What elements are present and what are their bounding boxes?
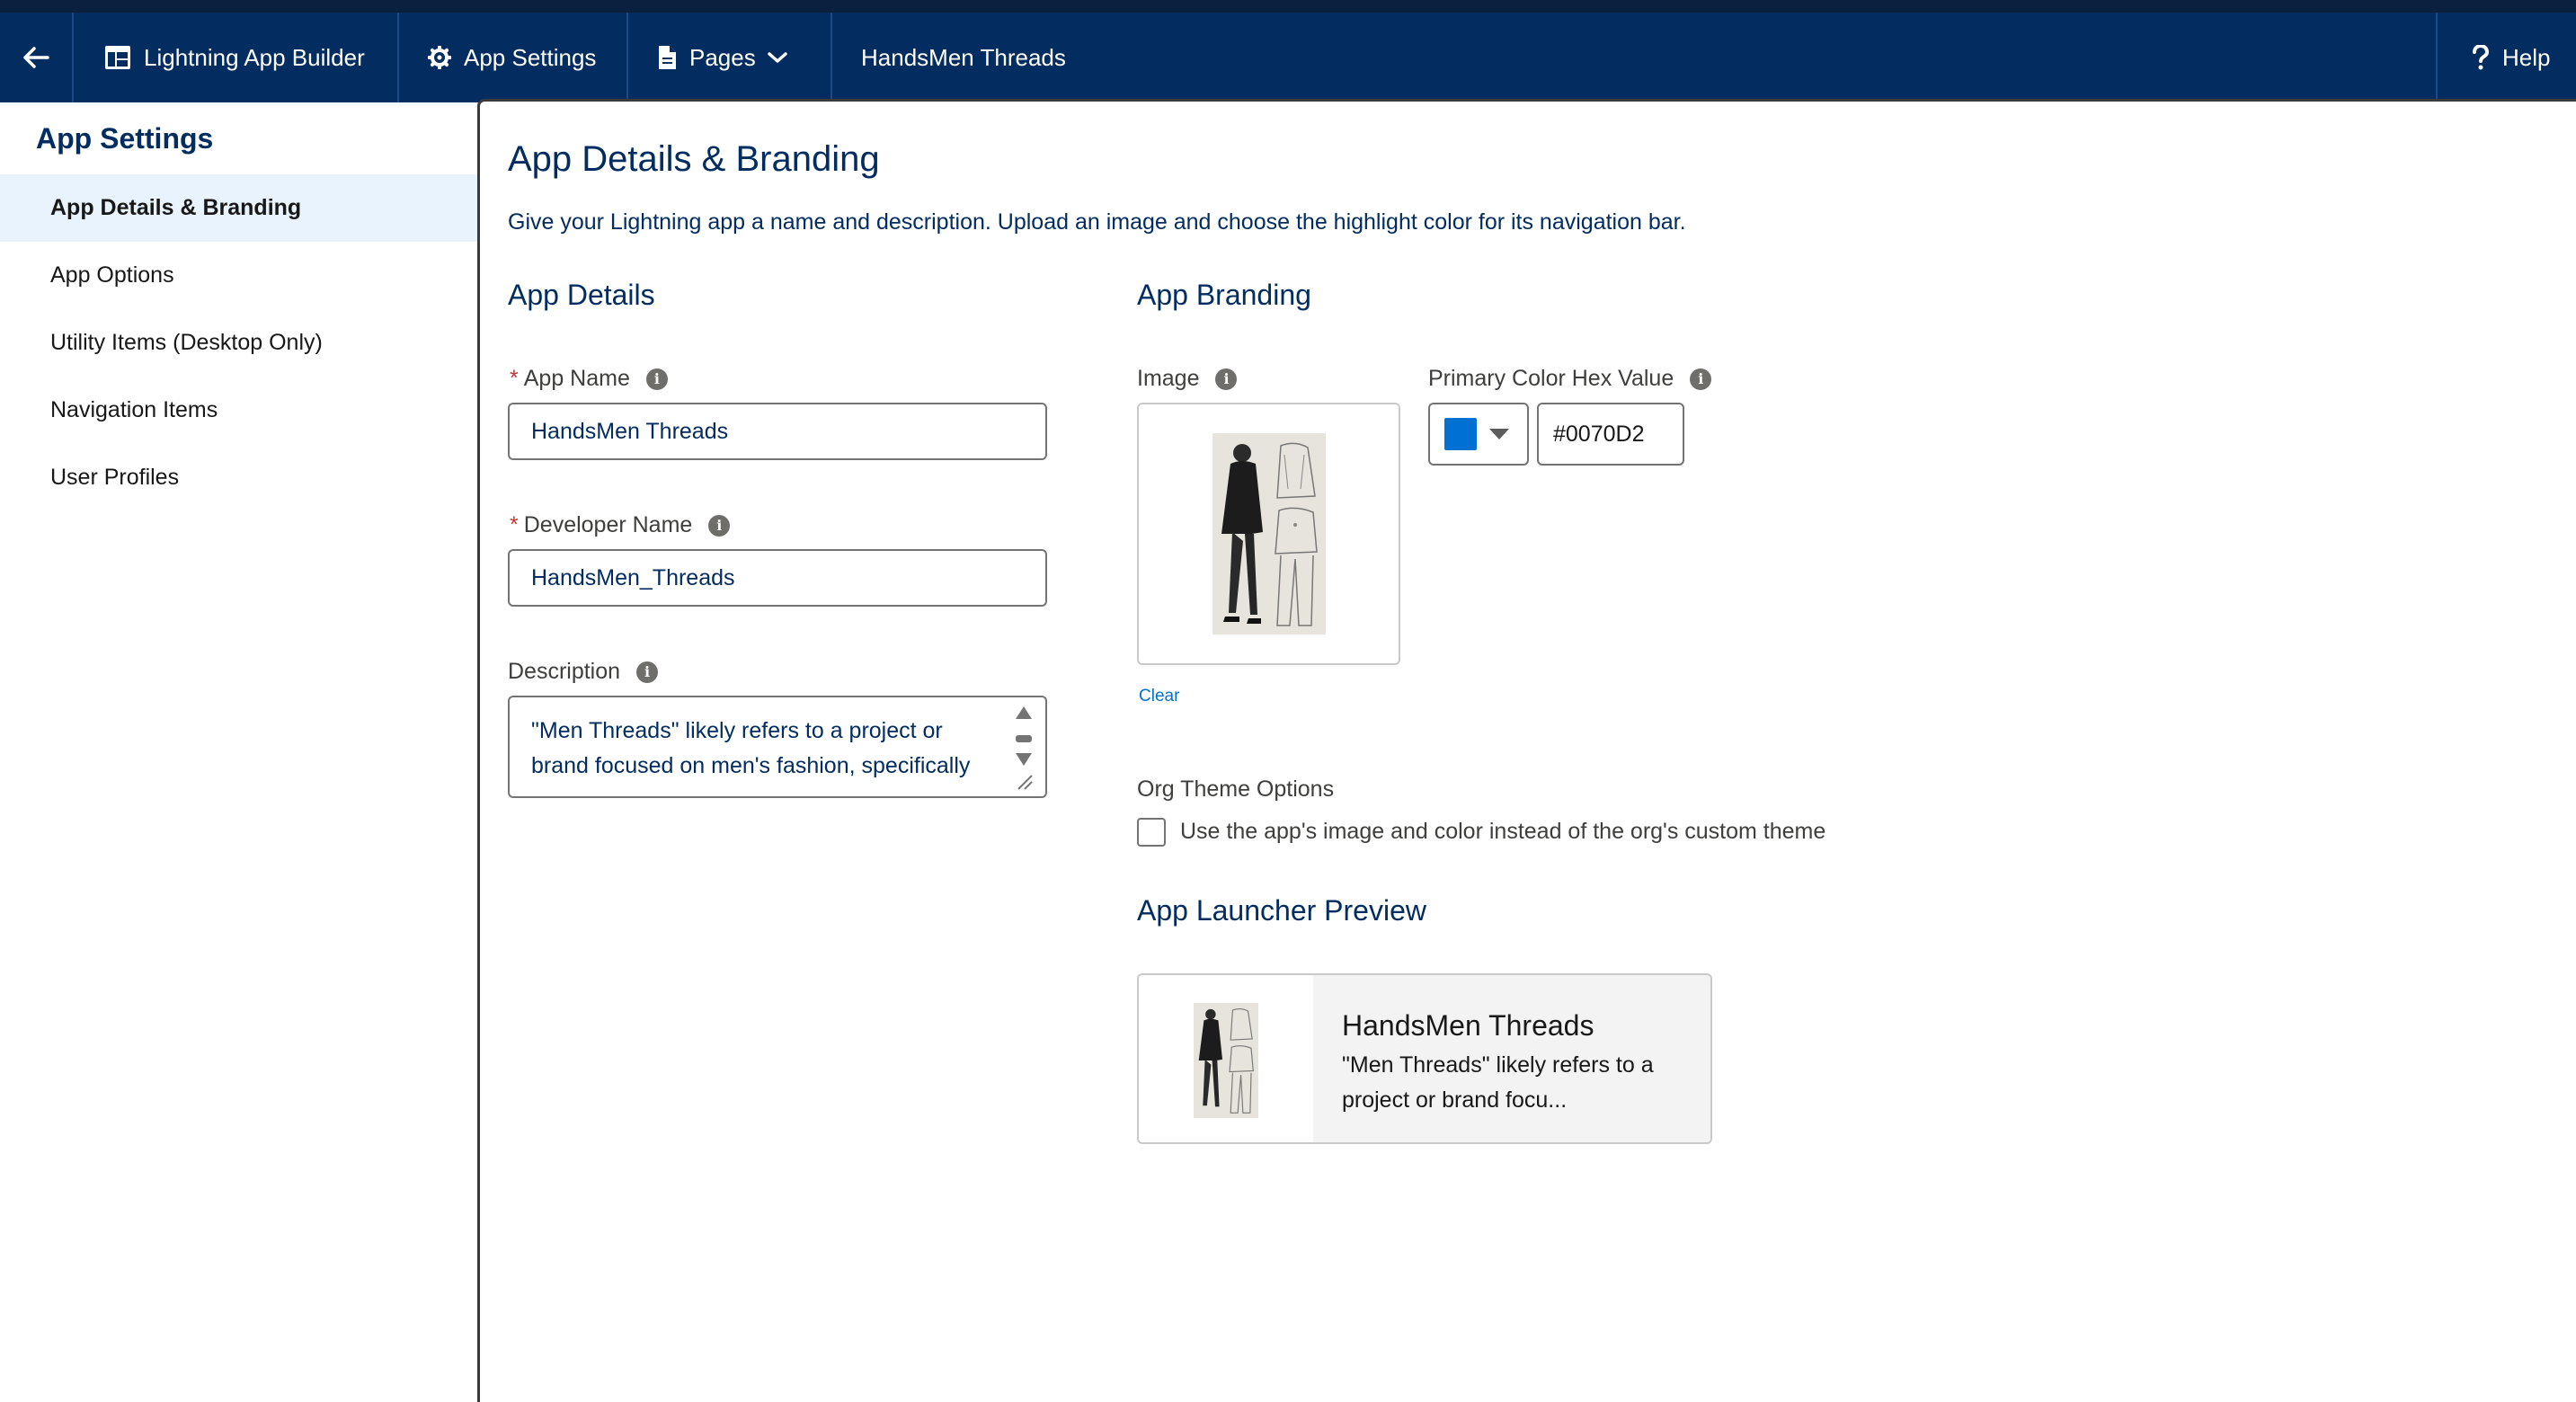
pages-label: Pages: [689, 43, 756, 71]
fashion-sketch-thumbnail: [1194, 1003, 1258, 1118]
app-launcher-preview-card: HandsMen Threads "Men Threads" likely re…: [1137, 973, 1712, 1144]
info-icon[interactable]: i: [708, 514, 731, 537]
org-theme-checkbox[interactable]: [1137, 818, 1166, 847]
sidebar-item-app-options[interactable]: App Options: [0, 242, 477, 309]
settings-sidebar: App Settings App Details & Branding App …: [0, 102, 477, 1387]
header-spacer: [1066, 13, 2436, 102]
app-launcher-preview-heading: App Launcher Preview: [1137, 894, 1426, 927]
builder-header: Lightning App Builder App Settings Pages: [0, 13, 2576, 102]
page-description: Give your Lightning app a name and descr…: [508, 209, 1686, 235]
app-settings-label: App Settings: [464, 43, 597, 71]
required-marker: *: [510, 512, 519, 537]
app-image-upload[interactable]: [1137, 403, 1400, 665]
hex-value-input[interactable]: #0070D2: [1537, 403, 1684, 466]
preview-app-name: HandsMen Threads: [1342, 1009, 1594, 1042]
description-label: Description: [508, 659, 621, 684]
pages-menu-button[interactable]: Pages: [628, 13, 832, 102]
clear-image-link[interactable]: Clear: [1139, 687, 1179, 706]
developer-name-label: Developer Name: [523, 512, 693, 537]
developer-name-input[interactable]: HandsMen_Threads: [508, 549, 1047, 607]
app-settings-button[interactable]: App Settings: [399, 13, 628, 102]
description-label-row: Description i: [508, 659, 659, 685]
app-details-heading: App Details: [508, 279, 655, 311]
sidebar-title: App Settings: [36, 122, 214, 155]
app-title: HandsMen Threads: [832, 13, 1066, 102]
app-details-panel: App Details & Branding Give your Lightni…: [477, 99, 2576, 1402]
developer-name-label-row: * Developer Name i: [510, 512, 731, 538]
arrow-left-icon: [23, 47, 49, 68]
sidebar-item-user-profiles[interactable]: User Profiles: [0, 444, 477, 511]
fashion-sketch-image: [1212, 433, 1326, 634]
info-icon[interactable]: i: [1215, 368, 1238, 390]
image-label-row: Image i: [1137, 366, 1238, 392]
chevron-down-icon: [767, 52, 787, 63]
image-label: Image: [1137, 366, 1200, 391]
window-top-strip: [0, 0, 2576, 13]
lightning-app-builder-label: Lightning App Builder: [144, 43, 365, 71]
sidebar-item-utility-items[interactable]: Utility Items (Desktop Only): [0, 309, 477, 377]
description-textarea[interactable]: "Men Threads" likely refers to a project…: [508, 696, 1047, 798]
color-picker-button[interactable]: [1428, 403, 1529, 466]
org-theme-checkbox-label[interactable]: Use the app's image and color instead of…: [1180, 819, 1825, 845]
app-name-label: App Name: [523, 366, 630, 391]
description-line-2: brand focused on men's fashion, specific…: [531, 753, 971, 778]
app-builder-icon: [105, 46, 130, 69]
app-branding-heading: App Branding: [1137, 279, 1311, 311]
sidebar-item-navigation-items[interactable]: Navigation Items: [0, 377, 477, 444]
textarea-scrollbar[interactable]: [1013, 703, 1035, 793]
color-swatch: [1444, 418, 1477, 450]
lightning-app-builder-button[interactable]: Lightning App Builder: [74, 13, 399, 102]
sidebar-item-app-details-branding[interactable]: App Details & Branding: [0, 174, 477, 242]
gear-icon: [428, 46, 451, 69]
preview-description-line-1: "Men Threads" likely refers to a: [1342, 1052, 1654, 1078]
info-icon[interactable]: i: [1690, 368, 1712, 390]
question-icon: [2473, 45, 2490, 70]
help-button[interactable]: Help: [2436, 13, 2576, 102]
primary-color-label-row: Primary Color Hex Value i: [1428, 366, 1712, 392]
help-label: Help: [2502, 43, 2551, 71]
description-line-1: "Men Threads" likely refers to a project…: [531, 718, 943, 743]
info-icon[interactable]: i: [636, 661, 659, 683]
primary-color-label: Primary Color Hex Value: [1428, 366, 1674, 391]
app-title-label: HandsMen Threads: [861, 43, 1066, 71]
page-title: App Details & Branding: [508, 139, 880, 179]
preview-image-tile: [1139, 975, 1313, 1142]
org-theme-label: Org Theme Options: [1137, 776, 1335, 802]
preview-description-line-2: project or brand focu...: [1342, 1087, 1568, 1113]
app-name-label-row: * App Name i: [510, 366, 668, 392]
caret-down-icon: [1489, 429, 1509, 439]
app-name-input[interactable]: HandsMen Threads: [508, 403, 1047, 460]
required-marker: *: [510, 366, 519, 391]
back-button[interactable]: [0, 13, 74, 102]
page-icon: [659, 46, 676, 69]
info-icon[interactable]: i: [645, 368, 668, 390]
